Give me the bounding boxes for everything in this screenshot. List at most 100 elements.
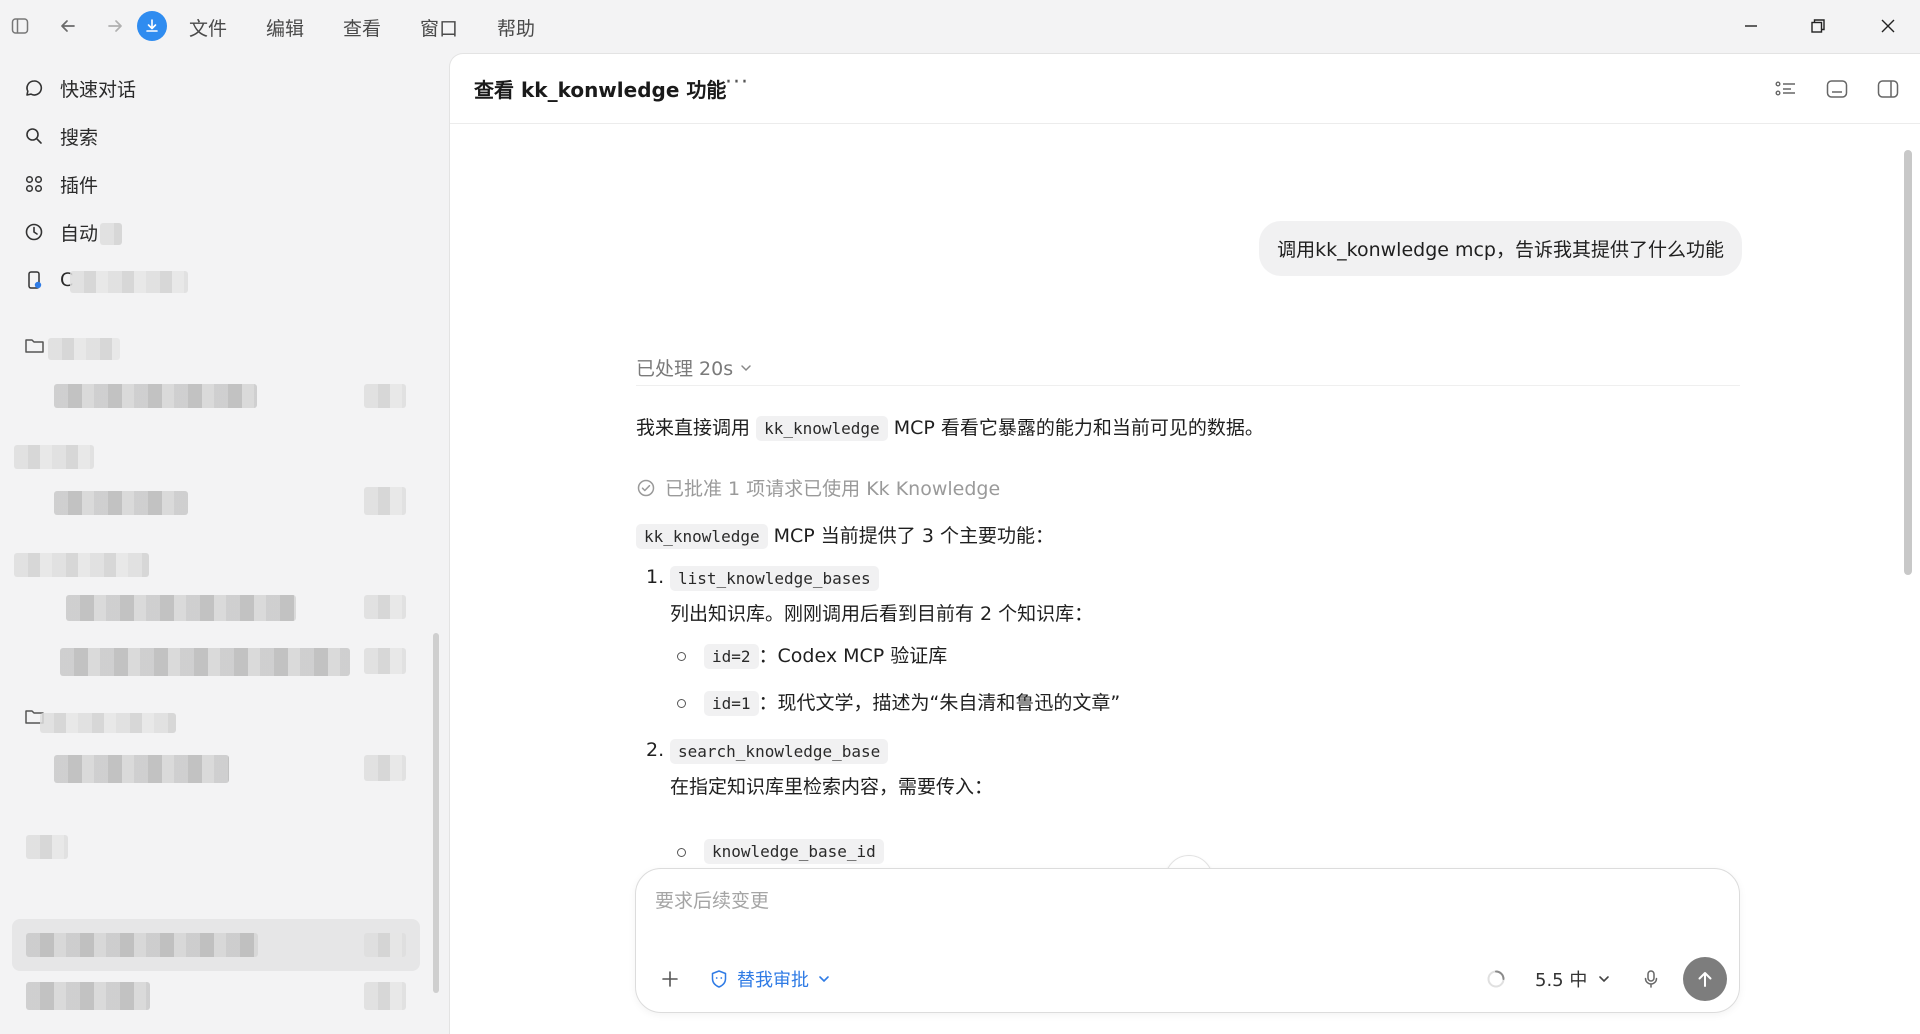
- menu-file[interactable]: 文件: [189, 12, 266, 43]
- sidebar-item-search[interactable]: 搜索: [22, 118, 98, 154]
- auto-approve-dropdown[interactable]: 替我审批: [709, 966, 831, 992]
- sidebar-item-c[interactable]: C: [22, 262, 73, 298]
- redacted-text[interactable]: [54, 491, 188, 515]
- close-icon[interactable]: [1868, 10, 1908, 42]
- auto-approve-label: 替我审批: [737, 970, 809, 991]
- menu-bar: 文件 编辑 查看 窗口 帮助: [189, 12, 574, 43]
- redacted-text[interactable]: [54, 384, 257, 408]
- list-item-desc: 列出知识库。刚刚调用后看到目前有 2 个知识库：: [670, 603, 1094, 625]
- sidebar-item-label: 搜索: [60, 126, 99, 149]
- more-options-icon[interactable]: ···: [725, 70, 749, 95]
- composer[interactable]: 要求后续变更 替我审批 5.5 中: [635, 868, 1740, 1013]
- menu-window[interactable]: 窗口: [420, 12, 497, 43]
- download-icon[interactable]: [137, 11, 167, 41]
- arrow-up-icon: [1695, 969, 1715, 989]
- list-item-title: search_knowledge_base: [670, 737, 889, 766]
- sidebar-item-label: 自动: [60, 222, 99, 245]
- redacted-text: [48, 338, 120, 360]
- sidebar-item-automation[interactable]: 自动: [22, 214, 98, 250]
- chevron-down-icon: [739, 361, 753, 375]
- chat-bubble-icon: [22, 76, 46, 100]
- sidebar-item-label: 插件: [60, 174, 99, 197]
- redacted-text: [14, 445, 94, 469]
- approval-status: 已批准 1 项请求已使用 Kk Knowledge: [636, 474, 1000, 501]
- right-panel-icon[interactable]: [1875, 76, 1901, 102]
- thread-title: 查看 kk_konwledge 功能: [474, 78, 727, 102]
- clock-icon: [22, 220, 46, 244]
- redacted-text: [100, 223, 122, 245]
- sub-item: knowledge_base_id: [704, 837, 884, 866]
- phone-icon: [22, 268, 46, 292]
- redacted-text: [14, 553, 149, 577]
- list-item-title: list_knowledge_bases: [670, 564, 879, 593]
- redacted-text: [70, 271, 188, 293]
- title-bar: 文件 编辑 查看 窗口 帮助: [0, 0, 1920, 53]
- send-button[interactable]: [1683, 957, 1727, 1001]
- sub-item: id=1 ：现代文学，描述为“朱自清和鲁迅的文章”: [704, 689, 1120, 718]
- inline-code: search_knowledge_base: [670, 739, 889, 764]
- list-number: 2.: [646, 739, 665, 761]
- forward-arrow-icon[interactable]: [100, 11, 130, 41]
- restore-icon[interactable]: [1798, 10, 1838, 42]
- inline-code: id=1: [704, 691, 759, 716]
- divider: [636, 385, 1740, 386]
- list-number: 1.: [646, 566, 665, 588]
- list-view-icon[interactable]: [1773, 76, 1799, 102]
- assistant-intro: 我来直接调用 kk_knowledge MCP 看看它暴露的能力和当前可见的数据…: [636, 416, 1264, 441]
- redacted-text: [26, 933, 258, 957]
- redacted-text: [364, 487, 406, 515]
- redacted-text: [40, 713, 176, 733]
- inline-code: kk_knowledge: [636, 524, 768, 549]
- redacted-text: [364, 755, 406, 781]
- inline-code: knowledge_base_id: [704, 839, 884, 864]
- thread-header: 查看 kk_konwledge 功能 ···: [450, 54, 1920, 124]
- conversation: 调用kk_konwledge mcp，告诉我其提供了什么功能 已处理 20s 我…: [450, 125, 1920, 925]
- sidebar-item-plugins[interactable]: 插件: [22, 166, 98, 202]
- redacted-text: [26, 835, 68, 859]
- chevron-down-icon: [1597, 972, 1611, 986]
- processed-label: 已处理 20s: [636, 358, 734, 380]
- processed-toggle[interactable]: 已处理 20s: [636, 354, 753, 381]
- menu-edit[interactable]: 编辑: [266, 12, 343, 43]
- menu-view[interactable]: 查看: [343, 12, 420, 43]
- bullet: [677, 848, 686, 857]
- sidebar: 快速对话 搜索 插件 自动 C: [0, 53, 447, 1034]
- approval-text: 已批准 1 项请求已使用 Kk Knowledge: [665, 478, 1001, 500]
- redacted-text: [364, 595, 406, 619]
- bullet: [677, 699, 686, 708]
- sub-item: id=2 ：Codex MCP 验证库: [704, 642, 947, 671]
- redacted-text: [364, 648, 406, 674]
- summary-line: kk_knowledge MCP 当前提供了 3 个主要功能：: [636, 522, 1054, 551]
- menu-help[interactable]: 帮助: [497, 12, 574, 43]
- redacted-text[interactable]: [26, 982, 150, 1010]
- back-arrow-icon[interactable]: [53, 11, 83, 41]
- inline-code: list_knowledge_bases: [670, 566, 879, 591]
- search-icon: [22, 124, 46, 148]
- chevron-down-icon: [817, 972, 831, 986]
- bottom-panel-icon[interactable]: [1824, 76, 1850, 102]
- bullet: [677, 652, 686, 661]
- check-circle-icon: [636, 478, 656, 498]
- plugins-grid-icon: [22, 172, 46, 196]
- sidebar-toggle-icon[interactable]: [5, 11, 35, 41]
- shield-icon: [709, 969, 729, 989]
- composer-input[interactable]: 要求后续变更: [655, 886, 769, 913]
- loading-spinner-icon: [1485, 968, 1509, 992]
- microphone-icon[interactable]: [1637, 965, 1665, 993]
- add-attachment-button[interactable]: [656, 965, 684, 993]
- sidebar-item-quick-chat[interactable]: 快速对话: [22, 70, 136, 106]
- main-panel: 查看 kk_konwledge 功能 ··· 调用kk_konwledge mc…: [449, 53, 1920, 1034]
- redacted-text: [364, 933, 406, 957]
- folder-icon: [24, 337, 46, 355]
- conversation-scrollbar[interactable]: [1904, 150, 1912, 575]
- model-selector[interactable]: 5.5 中: [1535, 966, 1611, 992]
- sidebar-item-label: 快速对话: [60, 78, 137, 101]
- minimize-icon[interactable]: [1731, 10, 1771, 42]
- model-label: 5.5 中: [1535, 970, 1588, 991]
- sidebar-scrollbar[interactable]: [433, 633, 439, 993]
- redacted-text: [364, 982, 406, 1010]
- redacted-text[interactable]: [66, 595, 296, 621]
- redacted-text[interactable]: [54, 755, 229, 783]
- redacted-text[interactable]: [60, 648, 350, 676]
- list-item-desc: 在指定知识库里检索内容，需要传入：: [670, 776, 994, 798]
